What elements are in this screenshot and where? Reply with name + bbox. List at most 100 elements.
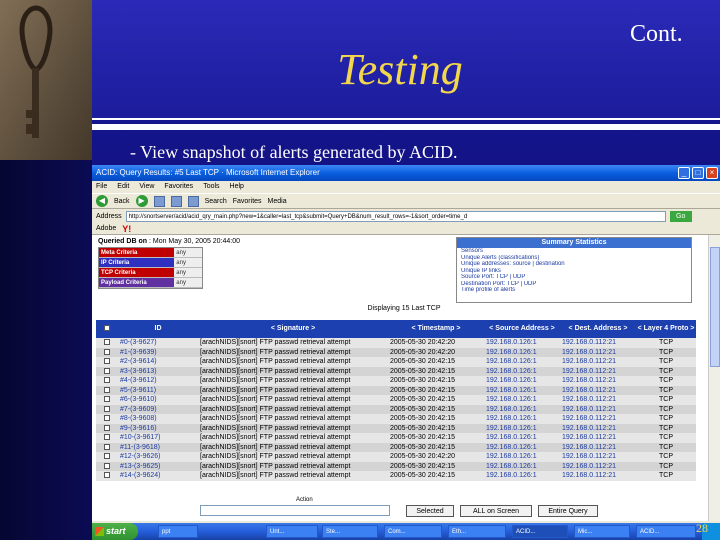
taskbar-item[interactable]: Mic... <box>574 525 630 538</box>
alert-source-address-link[interactable]: 192.168.0.126:1 <box>484 385 560 395</box>
alert-signature-link[interactable]: [arachNIDS][snort] FTP passwd retrieval … <box>198 366 388 376</box>
row-checkbox[interactable] <box>104 453 110 460</box>
column-header-dest-address[interactable]: < Dest. Address > <box>560 320 636 338</box>
menu-edit[interactable]: Edit <box>117 181 129 193</box>
checkbox-icon[interactable] <box>104 325 110 332</box>
table-row[interactable]: #2-(3-9614) [arachNIDS][snort] FTP passwd… <box>96 357 696 367</box>
home-icon[interactable] <box>187 195 199 207</box>
alert-signature-link[interactable]: [arachNIDS][snort] FTP passwd retrieval … <box>198 423 388 433</box>
criteria-name[interactable]: IP Criteria <box>99 258 175 267</box>
taskbar-item[interactable]: ACID... <box>512 525 568 538</box>
menu-view[interactable]: View <box>139 181 154 193</box>
alert-dest-address-link[interactable]: 192.168.0.112:21 <box>560 414 636 424</box>
table-row[interactable]: #4-(3-9612) [arachNIDS][snort] FTP passwd… <box>96 376 696 386</box>
refresh-icon[interactable] <box>170 195 182 207</box>
alert-signature-link[interactable]: [arachNIDS][snort] FTP passwd retrieval … <box>198 471 388 481</box>
row-select-cell[interactable] <box>96 461 118 471</box>
row-select-cell[interactable] <box>96 423 118 433</box>
menu-favorites[interactable]: Favorites <box>164 181 193 193</box>
alert-source-address-link[interactable]: 192.168.0.126:1 <box>484 471 560 481</box>
table-row[interactable]: #9-(3-9616) [arachNIDS][snort] FTP passwd… <box>96 423 696 433</box>
menu-tools[interactable]: Tools <box>203 181 219 193</box>
row-select-cell[interactable] <box>96 395 118 405</box>
criteria-row[interactable]: Meta Criteria any <box>99 248 202 258</box>
taskbar-item[interactable]: Com... <box>384 525 442 538</box>
alert-signature-link[interactable]: [arachNIDS][snort] FTP passwd retrieval … <box>198 357 388 367</box>
column-header-source-address[interactable]: < Source Address > <box>484 320 560 338</box>
alert-source-address-link[interactable]: 192.168.0.126:1 <box>484 395 560 405</box>
criteria-name[interactable]: TCP Criteria <box>99 268 175 277</box>
row-checkbox[interactable] <box>104 339 110 346</box>
alert-source-address-link[interactable]: 192.168.0.126:1 <box>484 347 560 357</box>
alert-dest-address-link[interactable]: 192.168.0.112:21 <box>560 357 636 367</box>
menu-help[interactable]: Help <box>230 181 244 193</box>
alert-id-link[interactable]: #8-(3-9608) <box>118 414 198 424</box>
alert-source-address-link[interactable]: 192.168.0.126:1 <box>484 461 560 471</box>
action-select[interactable] <box>200 505 390 516</box>
row-checkbox[interactable] <box>104 405 110 412</box>
row-checkbox[interactable] <box>104 434 110 441</box>
row-select-cell[interactable] <box>96 366 118 376</box>
close-icon[interactable]: × <box>706 167 718 179</box>
menu-file[interactable]: File <box>96 181 107 193</box>
row-checkbox[interactable] <box>104 462 110 469</box>
column-header-layer4-proto[interactable]: < Layer 4 Proto > <box>636 320 696 338</box>
row-select-cell[interactable] <box>96 471 118 481</box>
row-select-cell[interactable] <box>96 442 118 452</box>
adobe-label[interactable]: Adobe <box>96 225 116 232</box>
alert-dest-address-link[interactable]: 192.168.0.112:21 <box>560 395 636 405</box>
row-checkbox[interactable] <box>104 472 110 479</box>
alert-dest-address-link[interactable]: 192.168.0.112:21 <box>560 442 636 452</box>
forward-arrow-icon[interactable]: ▶ <box>135 195 148 207</box>
criteria-row[interactable]: TCP Criteria any <box>99 268 202 278</box>
selected-button[interactable]: Selected <box>406 505 454 517</box>
table-row[interactable]: #5-(3-9611) [arachNIDS][snort] FTP passwd… <box>96 385 696 395</box>
alert-id-link[interactable]: #9-(3-9616) <box>118 423 198 433</box>
row-checkbox[interactable] <box>104 348 110 355</box>
table-row[interactable]: #3-(3-9613) [arachNIDS][snort] FTP passwd… <box>96 366 696 376</box>
column-header-id[interactable]: ID <box>118 320 198 338</box>
alert-dest-address-link[interactable]: 192.168.0.112:21 <box>560 423 636 433</box>
row-select-cell[interactable] <box>96 338 118 348</box>
alert-signature-link[interactable]: [arachNIDS][snort] FTP passwd retrieval … <box>198 414 388 424</box>
alert-id-link[interactable]: #1-(3-9639) <box>118 347 198 357</box>
table-row[interactable]: #8-(3-9608) [arachNIDS][snort] FTP passwd… <box>96 414 696 424</box>
alert-dest-address-link[interactable]: 192.168.0.112:21 <box>560 471 636 481</box>
table-row[interactable]: #11-(3-9618) [arachNIDS][snort] FTP passw… <box>96 442 696 452</box>
alert-dest-address-link[interactable]: 192.168.0.112:21 <box>560 452 636 462</box>
row-select-cell[interactable] <box>96 414 118 424</box>
row-select-cell[interactable] <box>96 452 118 462</box>
alert-dest-address-link[interactable]: 192.168.0.112:21 <box>560 347 636 357</box>
all-on-screen-button[interactable]: ALL on Screen <box>460 505 532 517</box>
criteria-row[interactable]: IP Criteria any <box>99 258 202 268</box>
row-select-cell[interactable] <box>96 347 118 357</box>
alert-signature-link[interactable]: [arachNIDS][snort] FTP passwd retrieval … <box>198 347 388 357</box>
alert-source-address-link[interactable]: 192.168.0.126:1 <box>484 338 560 348</box>
alert-id-link[interactable]: #2-(3-9614) <box>118 357 198 367</box>
alert-source-address-link[interactable]: 192.168.0.126:1 <box>484 433 560 443</box>
page-scrollbar[interactable] <box>708 235 720 521</box>
go-button[interactable]: Go <box>669 210 692 222</box>
back-button-label[interactable]: Back <box>114 198 130 205</box>
column-header-timestamp[interactable]: < Timestamp > <box>388 320 484 338</box>
alert-id-link[interactable]: #14-(3-9624) <box>118 471 198 481</box>
alert-source-address-link[interactable]: 192.168.0.126:1 <box>484 423 560 433</box>
table-row[interactable]: #13-(3-9625) [arachNIDS][snort] FTP passw… <box>96 461 696 471</box>
table-row[interactable]: #12-(3-9626) [arachNIDS][snort] FTP passw… <box>96 452 696 462</box>
alert-id-link[interactable]: #13-(3-9625) <box>118 461 198 471</box>
select-all-checkbox[interactable] <box>96 320 118 338</box>
table-row[interactable]: #10-(3-9617) [arachNIDS][snort] FTP passw… <box>96 433 696 443</box>
row-checkbox[interactable] <box>104 377 110 384</box>
media-button-label[interactable]: Media <box>268 198 287 205</box>
alert-signature-link[interactable]: [arachNIDS][snort] FTP passwd retrieval … <box>198 395 388 405</box>
alert-id-link[interactable]: #5-(3-9611) <box>118 385 198 395</box>
alert-id-link[interactable]: #11-(3-9618) <box>118 442 198 452</box>
row-checkbox[interactable] <box>104 396 110 403</box>
criteria-name[interactable]: Meta Criteria <box>99 248 175 257</box>
alert-signature-link[interactable]: [arachNIDS][snort] FTP passwd retrieval … <box>198 461 388 471</box>
alert-dest-address-link[interactable]: 192.168.0.112:21 <box>560 461 636 471</box>
table-row[interactable]: #7-(3-9609) [arachNIDS][snort] FTP passwd… <box>96 404 696 414</box>
alert-source-address-link[interactable]: 192.168.0.126:1 <box>484 414 560 424</box>
row-checkbox[interactable] <box>104 415 110 422</box>
taskbar-item[interactable]: ACID... <box>636 525 696 538</box>
